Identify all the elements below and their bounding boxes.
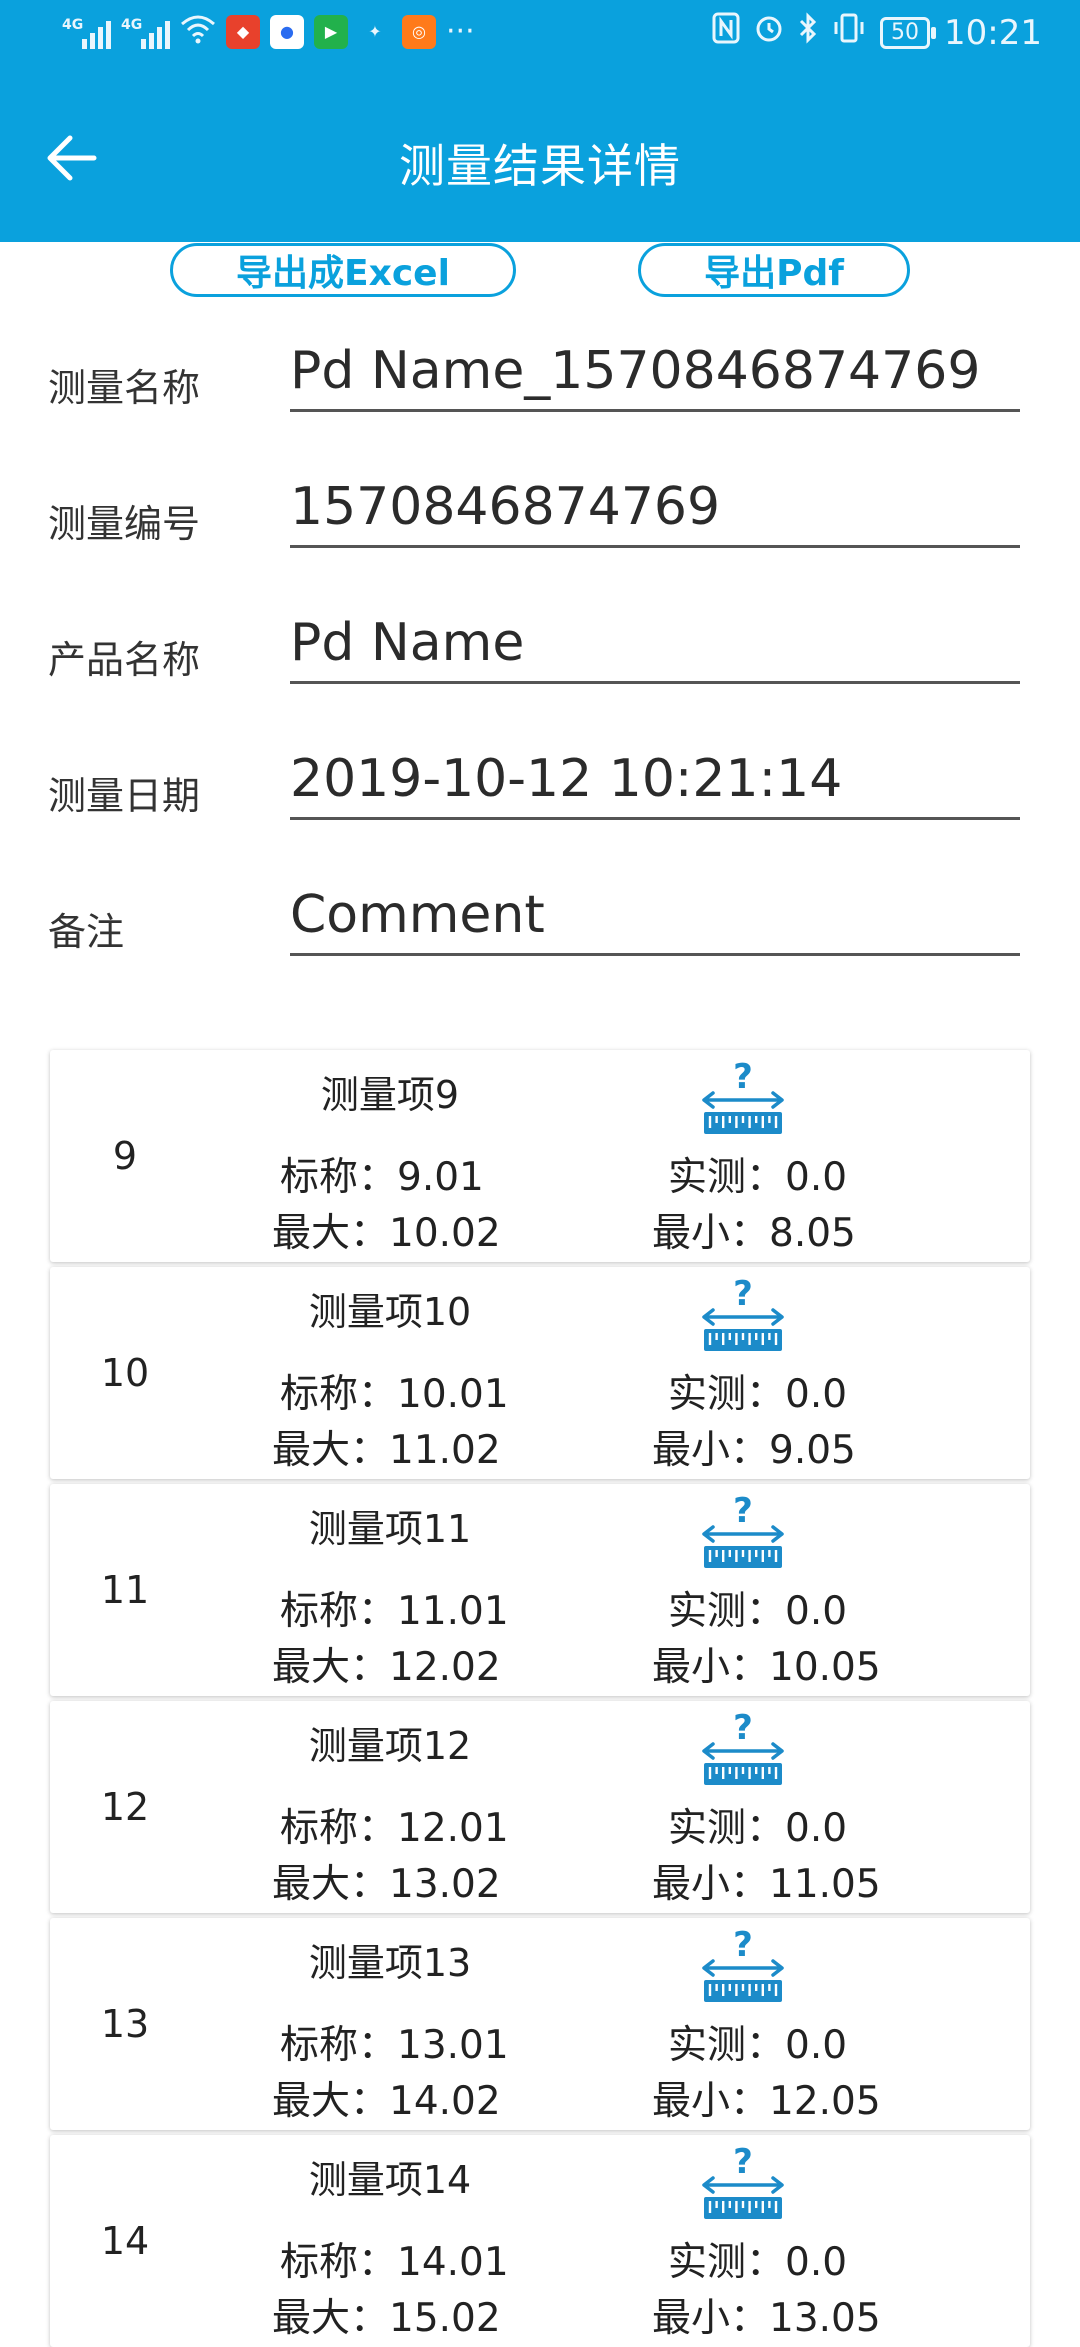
item-min: 最小：11.05 [652,1862,881,1907]
item-name: 测量项10 [308,1290,472,1334]
app-icon: ● [270,15,304,49]
item-min: 最小：8.05 [652,1211,856,1256]
export-pdf-button[interactable]: 导出Pdf [638,243,910,297]
item-name: 测量项12 [308,1724,472,1768]
svg-text:?: ? [733,1709,753,1748]
product-name-field[interactable]: Pd Name [290,605,1020,684]
measure-date-label: 测量日期 [48,774,201,818]
svg-text:?: ? [733,1275,753,1314]
status-bar: 4G 4G ◆ ● ▶ ✦ ◎ ··· 50 10:21 [0,0,1080,76]
list-item[interactable]: 9 测量项9 ? 标称：9.01 实测：0.0 最大：10.02 最小：8.05 [50,1050,1030,1262]
item-nominal: 标称：14.01 [280,2240,509,2285]
svg-text:?: ? [733,1058,753,1097]
more-icon: ··· [446,14,475,49]
form-row-remark: 备注 Comment [0,877,1080,967]
item-name: 测量项13 [308,1941,472,1985]
item-nominal: 标称：9.01 [280,1155,484,1200]
item-nominal: 标称：13.01 [280,2023,509,2068]
export-excel-button[interactable]: 导出成Excel [170,243,516,297]
item-index: 9 [112,1134,138,1178]
item-index: 13 [100,2002,150,2046]
item-actual: 实测：0.0 [668,1589,848,1634]
measure-ruler-icon[interactable]: ? [698,2142,788,2225]
item-max: 最大：11.02 [272,1428,501,1473]
measure-name-field[interactable]: Pd Name_1570846874769 [290,333,1020,412]
measure-ruler-icon[interactable]: ? [698,1925,788,2008]
item-nominal: 标称：12.01 [280,1806,509,1851]
clock-text: 10:21 [944,12,1042,53]
bluetooth-icon [798,12,818,53]
item-min: 最小：9.05 [652,1428,856,1473]
item-actual: 实测：0.0 [668,2023,848,2068]
item-name: 测量项14 [308,2158,472,2202]
item-max: 最大：12.02 [272,1645,501,1690]
page-title: 测量结果详情 [399,139,681,193]
item-actual: 实测：0.0 [668,1806,848,1851]
item-min: 最小：12.05 [652,2079,881,2124]
item-index: 12 [100,1785,150,1829]
item-name: 测量项11 [308,1507,472,1551]
item-max: 最大：13.02 [272,1862,501,1907]
measure-date-field[interactable]: 2019-10-12 10:21:14 [290,741,1020,820]
form-row-measure-name: 测量名称 Pd Name_1570846874769 [0,333,1080,423]
item-min: 最小：13.05 [652,2296,881,2341]
signal-icon: 4G [121,15,170,49]
app-icon: ✦ [368,22,382,41]
svg-text:?: ? [733,1926,753,1965]
item-actual: 实测：0.0 [668,2240,848,2285]
list-item[interactable]: 12 测量项12 ? 标称：12.01 实测：0.0 最大：13.02 最小：1… [50,1701,1030,1913]
nfc-icon [712,12,740,53]
remark-field[interactable]: Comment [290,877,1020,956]
item-index: 11 [100,1568,150,1612]
vibrate-icon [832,12,866,53]
item-index: 10 [100,1351,150,1395]
wifi-icon [180,14,216,50]
product-name-label: 产品名称 [48,638,201,682]
item-max: 最大：10.02 [272,1211,501,1256]
alarm-icon [754,12,784,53]
measure-ruler-icon[interactable]: ? [698,1491,788,1574]
item-min: 最小：10.05 [652,1645,881,1690]
svg-text:?: ? [733,2143,753,2182]
app-header: 4G 4G ◆ ● ▶ ✦ ◎ ··· 50 10:21 测量结果详情 [0,0,1080,242]
item-nominal: 标称：11.01 [280,1589,509,1634]
app-icon: ◎ [402,15,436,49]
measure-name-label: 测量名称 [48,366,201,410]
form-row-product-name: 产品名称 Pd Name [0,605,1080,695]
list-item[interactable]: 14 测量项14 ? 标称：14.01 实测：0.0 最大：15.02 最小：1… [50,2135,1030,2347]
measure-no-field[interactable]: 1570846874769 [290,469,1020,548]
measure-ruler-icon[interactable]: ? [698,1057,788,1140]
battery-icon: 50 [880,16,937,49]
measure-no-label: 测量编号 [48,502,201,546]
item-actual: 实测：0.0 [668,1155,848,1200]
list-item[interactable]: 10 测量项10 ? 标称：10.01 实测：0.0 最大：11.02 最小：9… [50,1267,1030,1479]
item-index: 14 [100,2219,150,2263]
signal-icon: 4G [62,15,111,49]
app-icon: ◆ [226,15,260,49]
item-max: 最大：14.02 [272,2079,501,2124]
remark-label: 备注 [48,910,125,954]
list-item[interactable]: 11 测量项11 ? 标称：11.01 实测：0.0 最大：12.02 最小：1… [50,1484,1030,1696]
measure-ruler-icon[interactable]: ? [698,1708,788,1791]
svg-text:?: ? [733,1492,753,1531]
form-row-measure-no: 测量编号 1570846874769 [0,469,1080,559]
item-name: 测量项9 [320,1073,460,1117]
app-icon: ▶ [314,15,348,49]
list-item[interactable]: 13 测量项13 ? 标称：13.01 实测：0.0 最大：14.02 最小：1… [50,1918,1030,2130]
form-row-measure-date: 测量日期 2019-10-12 10:21:14 [0,741,1080,831]
item-max: 最大：15.02 [272,2296,501,2341]
measure-ruler-icon[interactable]: ? [698,1274,788,1357]
item-actual: 实测：0.0 [668,1372,848,1417]
item-nominal: 标称：10.01 [280,1372,509,1417]
